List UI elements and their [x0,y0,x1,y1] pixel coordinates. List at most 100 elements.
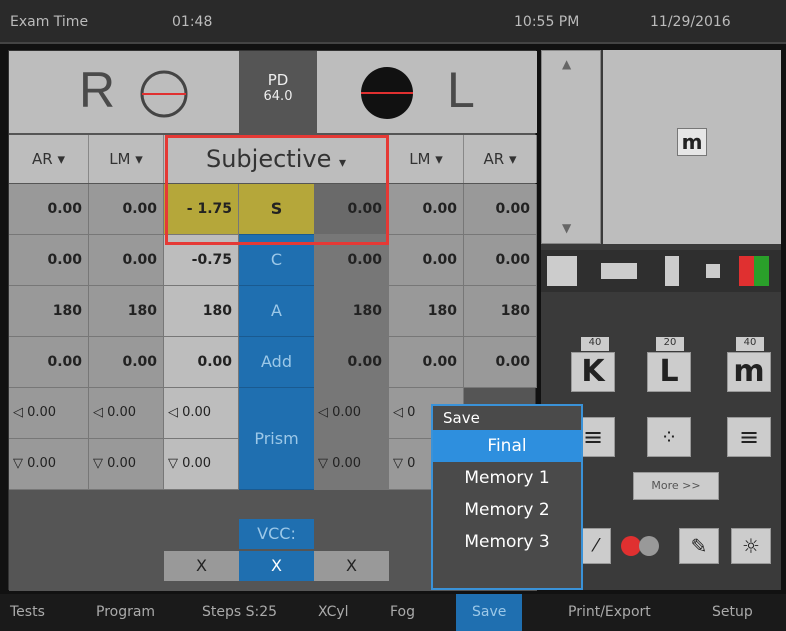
edit-icon[interactable]: ⁄ [581,528,611,564]
lm-left-sphere[interactable]: 0.00 [389,184,464,235]
lm-right-axis[interactable]: 180 [89,286,164,337]
right-eye-label: R [79,62,116,118]
grey-circle-icon [639,536,659,556]
ar-right-dropdown[interactable]: AR ▾ [9,135,89,183]
pd-box[interactable]: PD 64.0 [241,51,315,133]
lm-left-add[interactable]: 0.00 [389,337,464,388]
scroll-up-icon[interactable]: ▲ [562,57,571,71]
ar-right-prism-h[interactable]: ◁ 0.00 [9,388,89,439]
save-menu-title: Save [443,409,480,427]
chart-scroll-bar[interactable]: ▲ ▼ [541,50,601,244]
subj-right-cyl[interactable]: -0.75 [164,235,239,286]
subj-left-sphere[interactable]: 0.00 [314,184,389,235]
top-status-bar: Exam Time 01:48 10:55 PM 11/29/2016 [0,0,786,44]
horizontal-mode-icon[interactable] [601,263,637,279]
red-mode-icon[interactable] [739,256,754,286]
nav-tests[interactable]: Tests [10,604,45,620]
notes-icon[interactable]: ✎ [679,528,719,564]
tile-m-button[interactable]: m [727,352,771,392]
ar-right-prism-v[interactable]: ▽ 0.00 [9,439,89,490]
ar-left-add[interactable]: 0.00 [464,337,537,388]
green-mode-icon[interactable] [754,256,769,286]
subj-right-sphere[interactable]: - 1.75 [164,184,239,235]
display-mode-row [541,250,781,292]
subj-left-prism-v[interactable]: ▽ 0.00 [314,439,389,490]
save-final-option[interactable]: Final [433,430,581,462]
ar-left-axis[interactable]: 180 [464,286,537,337]
lm-left-dropdown[interactable]: LM ▾ [389,135,464,183]
row-key-prism[interactable]: Prism [239,388,314,490]
chevron-down-icon: ▾ [135,150,143,168]
lm-right-add[interactable]: 0.00 [89,337,164,388]
tile-l-size: 20 [656,337,684,351]
tile-l-button[interactable]: L [647,352,691,392]
left-eye-label: L [447,62,475,118]
subj-right-add[interactable]: 0.00 [164,337,239,388]
row-key-axis[interactable]: A [239,286,314,337]
row-key-sphere[interactable]: S [239,184,314,235]
left-eye-box[interactable]: L [317,51,537,133]
tile-k-button[interactable]: K [571,352,615,392]
lm-left-cyl[interactable]: 0.00 [389,235,464,286]
nav-program[interactable]: Program [96,604,155,620]
save-memory-2-option[interactable]: Memory 2 [433,494,581,526]
chart-preview[interactable]: m [603,50,781,244]
lm-left-axis[interactable]: 180 [389,286,464,337]
vcc-x-center[interactable]: X [239,551,314,581]
ar-right-add[interactable]: 0.00 [9,337,89,388]
subj-left-add[interactable]: 0.00 [314,337,389,388]
row-key-add[interactable]: Add [239,337,314,388]
vcc-x-right[interactable]: X [164,551,239,581]
more-button[interactable]: More >> [633,472,719,500]
vertical-mode-icon[interactable] [665,256,679,286]
date: 11/29/2016 [650,14,731,30]
row-key-cyl[interactable]: C [239,235,314,286]
single-letter-icon[interactable] [706,264,720,278]
exam-time-value: 01:48 [172,14,213,30]
subj-right-axis[interactable]: 180 [164,286,239,337]
vcc-x-left[interactable]: X [314,551,389,581]
pd-value: 64.0 [263,89,293,104]
clock: 10:55 PM [514,14,580,30]
pd-label: PD [267,71,289,89]
ar-right-cyl[interactable]: 0.00 [9,235,89,286]
subj-left-cyl[interactable]: 0.00 [314,235,389,286]
lm-right-cyl[interactable]: 0.00 [89,235,164,286]
nav-fog[interactable]: Fog [390,604,415,620]
lm-right-prism-h[interactable]: ◁ 0.00 [89,388,164,439]
save-memory-3-option[interactable]: Memory 3 [433,526,581,558]
dot-chart-icon[interactable]: ⁘ [647,417,691,457]
tile-m-size: 40 [736,337,764,351]
lm-right-dropdown[interactable]: LM ▾ [89,135,164,183]
subj-right-prism-h[interactable]: ◁ 0.00 [164,388,239,439]
ar-right-axis[interactable]: 180 [9,286,89,337]
brightness-icon[interactable]: ☼ [731,528,771,564]
tile-k-size: 40 [581,337,609,351]
ar-right-sphere[interactable]: 0.00 [9,184,89,235]
subj-right-prism-v[interactable]: ▽ 0.00 [164,439,239,490]
subj-left-axis[interactable]: 180 [314,286,389,337]
chevron-down-icon: ▾ [435,150,443,168]
bottom-nav-bar: Tests Program Steps S:25 XCyl Fog Save P… [0,594,786,631]
subjective-dropdown[interactable]: Subjective ▾ [164,135,389,183]
scroll-down-icon[interactable]: ▼ [562,221,571,235]
right-eye-icon [140,70,188,118]
ar-left-cyl[interactable]: 0.00 [464,235,537,286]
nav-save[interactable]: Save [456,594,523,631]
fullscreen-mode-icon[interactable] [547,256,577,286]
lm-right-sphere[interactable]: 0.00 [89,184,164,235]
chevron-down-icon: ▾ [508,150,517,168]
vcc-label: VCC: [239,519,314,549]
save-memory-1-option[interactable]: Memory 1 [433,462,581,494]
right-eye-box[interactable]: R [9,51,239,133]
nav-setup[interactable]: Setup [712,604,753,620]
ar-left-dropdown[interactable]: AR ▾ [464,135,537,183]
ar-left-sphere[interactable]: 0.00 [464,184,537,235]
nav-steps[interactable]: Steps S:25 [202,604,277,620]
nav-print-export[interactable]: Print/Export [568,604,651,620]
red-green-icon[interactable] [621,536,641,556]
nav-xcyl[interactable]: XCyl [318,604,349,620]
reading-chart-icon[interactable]: ≡ [727,417,771,457]
subj-left-prism-h[interactable]: ◁ 0.00 [314,388,389,439]
lm-right-prism-v[interactable]: ▽ 0.00 [89,439,164,490]
